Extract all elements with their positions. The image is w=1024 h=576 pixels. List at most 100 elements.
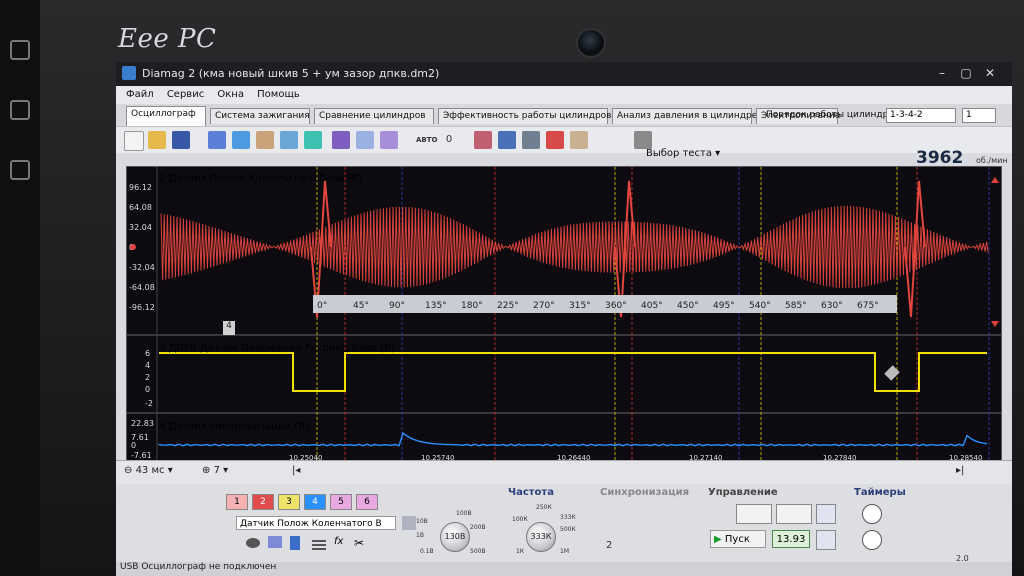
menu-bar: Файл Сервис Окна Помощь [116, 86, 1012, 104]
tab-oscilloscope[interactable]: Осциллограф [126, 106, 206, 126]
oscilloscope-plot: 96.12 64.08 32.04 0 -32.04 -64.08 -96.12 0° 45° 9… [127, 167, 1001, 461]
firing-order-label: Порядок работы цилиндров [766, 110, 900, 120]
horizontal-zoom-icon[interactable] [208, 131, 226, 149]
degree-tick-label: 135° [425, 301, 447, 311]
zoom-value: 7 [213, 465, 220, 476]
maximize-button[interactable]: ▢ [956, 65, 976, 81]
spectrum-icon[interactable] [380, 131, 398, 149]
close-button[interactable]: ✕ [980, 65, 1000, 81]
sync-value[interactable]: 2 [606, 540, 612, 551]
frequency-label: Частота [508, 487, 554, 498]
mode-sine-button[interactable] [736, 504, 772, 524]
filter-icon[interactable] [304, 131, 322, 149]
open-folder-icon[interactable] [148, 131, 166, 149]
degree-tick-label: 360° [605, 301, 627, 311]
waveform-icon[interactable] [332, 131, 350, 149]
cylinder-select[interactable]: 1 [962, 108, 996, 123]
timebase-value: 43 мс [135, 465, 165, 476]
app-window: Diamag 2 (кма новый шкив 5 + ум зазор дп… [116, 62, 1012, 576]
menu-help[interactable]: Помощь [257, 89, 300, 100]
ch2-tick-label: 64.08 [129, 203, 152, 212]
degree-tick-label: 675° [857, 301, 879, 311]
status-text: USB Осциллограф не подключен [120, 562, 277, 572]
auto-button[interactable]: АВТО [416, 131, 437, 149]
volts-knob[interactable]: 130В [440, 522, 470, 552]
timebase-control[interactable]: ⊖ 43 мс ▾ [124, 465, 173, 476]
timer-2-icon[interactable] [862, 530, 882, 550]
firing-order-select[interactable]: 1-3-4-2 [886, 108, 956, 123]
zoom-control[interactable]: ⊕ 7 ▾ [202, 465, 228, 476]
ch3-tick-label: 0 [145, 385, 150, 394]
tab-ignition[interactable]: Система зажигания [210, 108, 310, 124]
channel-4-label: 4 Датчик синхронизации (В) [159, 421, 309, 432]
channel-button-2[interactable]: 2 [252, 494, 274, 510]
mode-noise-button[interactable] [776, 504, 812, 524]
channel-button-1[interactable]: 1 [226, 494, 248, 510]
marker-icon[interactable] [546, 131, 564, 149]
tab-cylinder-efficiency[interactable]: Эффективность работы цилиндров [438, 108, 612, 124]
freq-scale-500k: 500К [560, 526, 576, 533]
degree-tick-label: 495° [713, 301, 735, 311]
channel-name-field[interactable]: Датчик Полож Коленчатого В [236, 516, 396, 530]
save-channel-icon[interactable] [402, 516, 416, 530]
tab-cylinder-compare[interactable]: Сравнение цилиндров [314, 108, 434, 124]
auto-stop-button[interactable] [816, 530, 836, 550]
ch2-tick-label: 32.04 [129, 223, 152, 232]
wave-icon[interactable] [268, 536, 282, 548]
degree-tick-label: 45° [353, 301, 369, 311]
ch4-tick-label: -7.61 [131, 451, 152, 460]
menu-windows[interactable]: Окна [217, 89, 244, 100]
compare-icon[interactable] [356, 131, 374, 149]
channel-button-5[interactable]: 5 [330, 494, 352, 510]
print-icon[interactable] [570, 131, 588, 149]
frequency-knob[interactable]: 333К [526, 522, 556, 552]
menu-service[interactable]: Сервис [167, 89, 204, 100]
magnifier-icon[interactable] [280, 131, 298, 149]
menu-file[interactable]: Файл [126, 89, 154, 100]
scroll-start-button[interactable]: |◂ [292, 465, 300, 476]
ch2-tick-label: -32.04 [129, 263, 155, 272]
degree-tick-label: 315° [569, 301, 591, 311]
pan-hand-icon[interactable] [256, 131, 274, 149]
timer-1-icon[interactable] [862, 504, 882, 524]
funnel-icon[interactable] [474, 131, 492, 149]
eye-icon[interactable] [246, 538, 260, 548]
vertical-arrows-icon[interactable] [290, 536, 300, 550]
auto-mode-button[interactable] [816, 504, 836, 524]
minimize-button[interactable]: – [932, 65, 952, 81]
vertical-zoom-icon[interactable] [232, 131, 250, 149]
lines-icon[interactable] [312, 540, 326, 542]
cursor-marker[interactable]: 4 [223, 321, 235, 335]
channel-button-4[interactable]: 4 [304, 494, 326, 510]
ch2-tick-label: -64.08 [129, 283, 155, 292]
degree-tick-label: 630° [821, 301, 843, 311]
tools-icon[interactable]: ✂ [354, 536, 364, 550]
save-icon[interactable] [172, 131, 190, 149]
test-select[interactable]: Выбор теста ▾ [646, 148, 776, 164]
divide-icon[interactable] [522, 131, 540, 149]
volt-scale-01: 0.1В [420, 548, 434, 555]
volt-scale-500: 500В [470, 548, 486, 555]
ch4-tick-label: 0 [131, 441, 136, 450]
table-icon[interactable] [498, 131, 516, 149]
start-value: 13.93 [772, 530, 810, 548]
channel-button-6[interactable]: 6 [356, 494, 378, 510]
freq-scale-1m: 1М [560, 548, 569, 555]
channel-button-3[interactable]: 3 [278, 494, 300, 510]
function-icon[interactable]: fx [334, 536, 343, 547]
tab-pressure-analysis[interactable]: Анализ давления в цилиндре [612, 108, 757, 124]
degree-tick-label: 225° [497, 301, 519, 311]
scroll-end-button[interactable]: ▸| [956, 465, 964, 476]
laptop-brand: Eee PC [118, 24, 217, 54]
test-select-label: Выбор теста [646, 148, 712, 159]
degree-tick-label: 90° [389, 301, 405, 311]
zero-button[interactable]: 0 [440, 131, 458, 149]
new-file-icon[interactable] [124, 131, 144, 151]
freq-scale-1k: 1К [516, 548, 525, 555]
app-icon [122, 66, 136, 80]
side-key-icon [10, 160, 30, 180]
scroll-up-marker [991, 177, 999, 183]
start-button[interactable]: ▶ Пуск [710, 530, 766, 548]
side-key-icon [10, 40, 30, 60]
ch2-zero-marker [130, 244, 136, 250]
